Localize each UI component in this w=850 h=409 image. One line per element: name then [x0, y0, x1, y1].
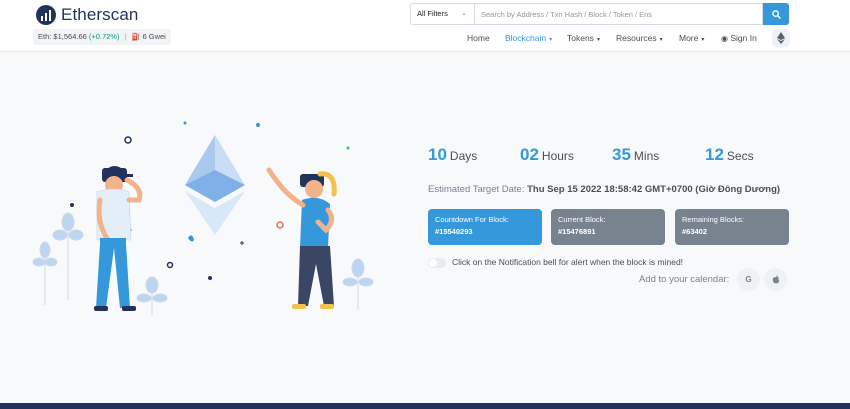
days-unit: Days: [449, 149, 478, 163]
days-value: 10: [428, 145, 447, 164]
nav-more-label: More: [679, 33, 699, 43]
ethereum-icon: [777, 32, 785, 44]
remaining-blocks-value: #63402: [682, 227, 708, 236]
nav-more[interactable]: More ▾: [679, 29, 704, 49]
chevron-down-icon: ⌄: [461, 10, 467, 17]
secs-value: 12: [705, 145, 724, 164]
countdown-hours: 02 Hours: [520, 145, 574, 165]
countdown-days: 10 Days: [428, 145, 477, 165]
brand-name: Etherscan: [61, 5, 139, 24]
estimated-target-date: Estimated Target Date: Thu Sep 15 2022 1…: [428, 184, 780, 195]
chevron-down-icon: ▾: [659, 37, 663, 43]
filter-label: All Filters: [417, 9, 448, 18]
notification-toggle[interactable]: [428, 258, 446, 268]
mins-unit: Mins: [633, 149, 660, 163]
current-block-label: Current Block:: [558, 215, 606, 224]
notification-text: Click on the Notification bell for alert…: [452, 257, 684, 267]
nav-resources[interactable]: Resources ▾: [616, 29, 663, 49]
hours-value: 02: [520, 145, 539, 164]
header: Etherscan Eth: $1,564.66 (+0.72%) | ⛽ 6 …: [0, 0, 850, 52]
vr-people-illustration: [32, 121, 374, 315]
left-person-figure: [94, 166, 143, 311]
nav-blockchain-label: Blockchain: [505, 33, 547, 43]
hours-unit: Hours: [541, 149, 574, 163]
right-person-figure: [266, 167, 337, 309]
nav-blockchain[interactable]: Blockchain ▾: [505, 29, 552, 49]
countdown-secs: 12 Secs: [705, 145, 754, 165]
calendar-label: Add to your calendar:: [639, 274, 730, 285]
nav-resources-label: Resources: [616, 33, 657, 43]
main-nav: Home Blockchain ▾ Tokens ▾ Resources ▾ More…: [0, 29, 850, 47]
apple-calendar-button[interactable]: [764, 268, 787, 291]
network-switch-button[interactable]: [772, 29, 790, 47]
remaining-blocks-card: Remaining Blocks: #63402: [675, 209, 789, 245]
mins-value: 35: [612, 145, 631, 164]
etherscan-logo-icon: [36, 5, 56, 25]
countdown-mins: 35 Mins: [612, 145, 659, 165]
chevron-down-icon: ▾: [701, 37, 705, 43]
search-filter-select[interactable]: All Filters ⌄: [410, 3, 474, 25]
apple-icon: [772, 275, 779, 284]
target-date-value: Thu Sep 15 2022 18:58:42 GMT+0700 (Giờ Đ…: [527, 184, 781, 195]
chevron-down-icon: ▾: [596, 37, 600, 43]
remaining-blocks-label: Remaining Blocks:: [682, 215, 745, 224]
countdown-block-card: Countdown For Block: #15540293: [428, 209, 542, 245]
nav-tokens[interactable]: Tokens ▾: [567, 29, 600, 49]
countdown-block-label: Countdown For Block:: [435, 215, 509, 224]
target-date-label: Estimated Target Date:: [428, 184, 525, 195]
current-block-card: Current Block: #15476891: [551, 209, 665, 245]
countdown-timer: 10 Days 02 Hours 35 Mins 12 Secs: [0, 145, 850, 169]
google-icon: G: [745, 275, 752, 284]
search-button[interactable]: [763, 3, 789, 25]
user-icon: ◉: [721, 34, 728, 43]
search-input[interactable]: [474, 3, 763, 25]
chevron-down-icon: ▾: [549, 37, 553, 43]
countdown-block-value: #15540293: [435, 227, 473, 236]
bottom-bar: [0, 403, 850, 409]
google-calendar-button[interactable]: G: [737, 268, 760, 291]
etherscan-logo[interactable]: Etherscan: [36, 5, 138, 25]
nav-home[interactable]: Home: [467, 29, 490, 47]
nav-tokens-label: Tokens: [567, 33, 594, 43]
search-icon: [771, 9, 781, 19]
current-block-value[interactable]: #15476891: [558, 227, 658, 236]
secs-unit: Secs: [726, 149, 754, 163]
sign-in-label: Sign In: [730, 33, 757, 43]
nav-sign-in[interactable]: ◉ Sign In: [721, 29, 757, 48]
